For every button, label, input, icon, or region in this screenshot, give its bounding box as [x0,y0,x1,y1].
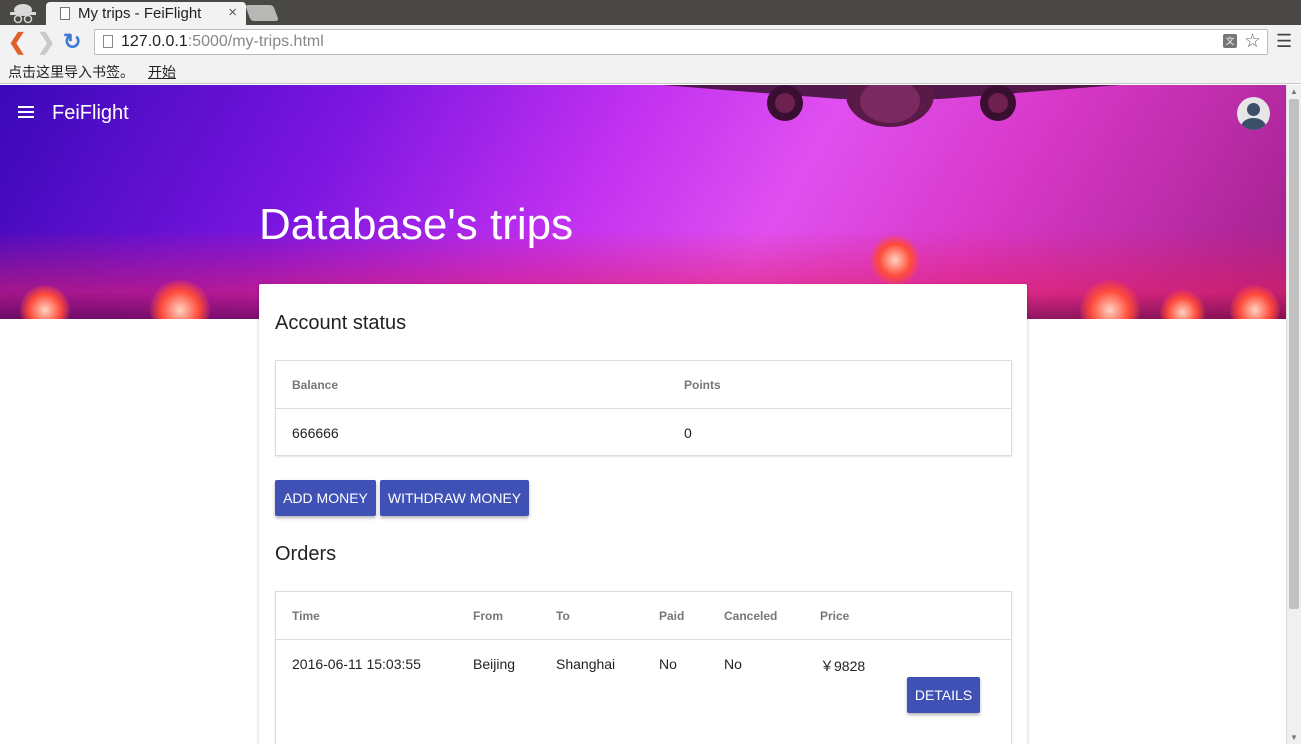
column-header-balance: Balance [292,378,339,392]
url-text[interactable]: 127.0.0.1:5000/my-trips.html [121,33,324,51]
forward-icon[interactable]: ❯ [37,29,55,55]
order-from: Beijing [473,656,516,672]
bookmarks-start-link[interactable]: 开始 [148,62,176,82]
column-header-from: From [473,609,503,623]
add-money-button[interactable]: ADD MONEY [275,480,376,516]
brand-title[interactable]: FeiFlight [52,102,129,125]
orders-title: Orders [275,543,337,565]
runway-light [870,235,920,285]
incognito-icon [10,4,36,24]
account-table: Balance Points 666666 0 [275,360,1012,456]
reload-icon[interactable]: ↻ [63,29,81,55]
star-icon[interactable]: ☆ [1244,30,1261,53]
page-viewport: FeiFlight Database's trips Account statu… [0,85,1286,744]
page-icon [60,7,70,20]
hamburger-menu-icon[interactable] [18,106,34,118]
browser-tab-active[interactable]: My trips - FeiFlight × [46,2,246,25]
url-host: 127.0.0.1 [121,33,188,50]
withdraw-money-button[interactable]: WITHDRAW MONEY [380,480,529,516]
tab-close-icon[interactable]: × [228,4,237,21]
scrollbar-thumb[interactable] [1289,99,1299,609]
points-value: 0 [684,425,692,441]
column-header-time: Time [292,609,320,623]
browser-tabstrip: My trips - FeiFlight × [0,0,1301,25]
order-to: Shanghai [556,656,616,672]
bookmarks-import-prompt: 点击这里导入书签。 [8,64,134,80]
scroll-down-icon[interactable]: ▼ [1290,733,1298,742]
bookmarks-bar: 点击这里导入书签。 开始 [0,59,1301,84]
tab-title: My trips - FeiFlight [78,5,202,22]
column-header-price: Price [820,609,850,623]
avatar[interactable] [1237,97,1270,130]
table-divider [276,408,1011,409]
order-time: 2016-06-11 15:03:55 [292,656,421,672]
column-header-points: Points [684,378,721,392]
trips-card: Account status Balance Points 666666 0 A… [259,284,1027,744]
airplane-image [661,85,1119,127]
page-title: Database's trips [259,200,574,249]
browser-toolbar: ❮ ❯ ↻ 127.0.0.1:5000/my-trips.html 文 ☆ ☰ [0,25,1301,59]
page-icon [103,35,113,48]
table-divider [276,639,1011,640]
scroll-up-icon[interactable]: ▲ [1290,87,1298,96]
orders-table: Time From To Paid Canceled Price 2016-06… [275,591,1012,744]
order-canceled: No [724,656,742,672]
order-details-button[interactable]: DETAILS [907,677,980,713]
page-scrollbar[interactable]: ▲ ▼ [1286,85,1301,744]
column-header-canceled: Canceled [724,609,778,623]
translate-icon[interactable]: 文 [1223,34,1237,48]
column-header-to: To [556,609,570,623]
balance-value: 666666 [292,425,339,441]
account-status-title: Account status [275,312,407,334]
new-tab-button[interactable] [245,5,279,21]
order-price: ￥9828 [820,658,866,674]
menu-icon[interactable]: ☰ [1276,32,1292,50]
address-bar[interactable]: 127.0.0.1:5000/my-trips.html 文 ☆ [94,29,1268,55]
url-path: :5000/my-trips.html [187,33,324,50]
back-icon[interactable]: ❮ [8,29,26,55]
column-header-paid: Paid [659,609,685,623]
order-paid: No [659,656,677,672]
